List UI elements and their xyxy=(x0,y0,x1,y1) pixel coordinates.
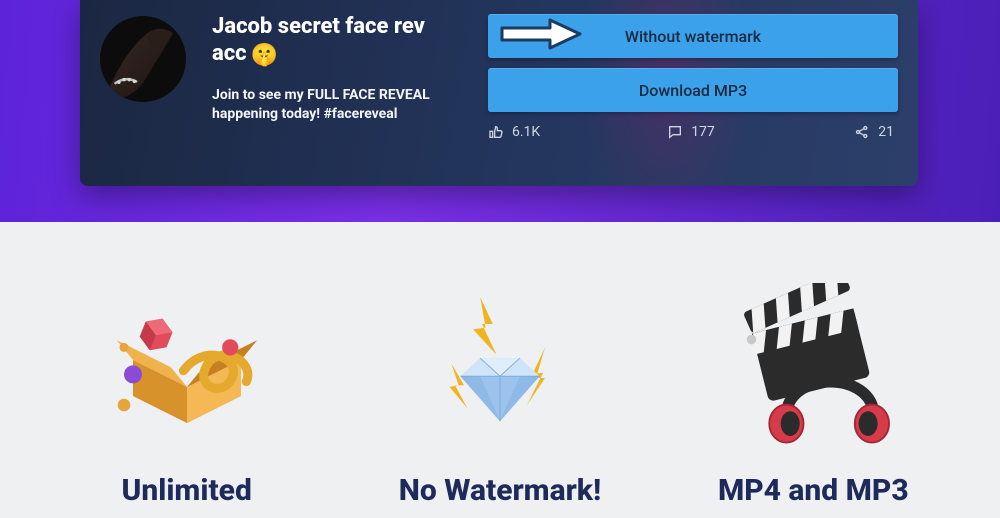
likes-stat[interactable]: 6.1K xyxy=(488,124,623,140)
box-icon xyxy=(87,283,287,473)
features-row: Unlimited xyxy=(0,222,1000,518)
thumbs-up-icon xyxy=(488,124,504,140)
shares-stat[interactable]: 21 xyxy=(759,124,898,140)
without-watermark-button[interactable]: Without watermark xyxy=(488,14,898,58)
without-watermark-label: Without watermark xyxy=(625,27,761,46)
feature-no-watermark: No Watermark! xyxy=(350,283,650,508)
feature-unlimited: Unlimited xyxy=(37,283,337,508)
video-card: Jacob secret face rev acc 🤫 Join to see … xyxy=(80,0,918,186)
feature-mp4-mp3: MP4 and MP3 xyxy=(663,283,963,508)
feature-mp4-mp3-title: MP4 and MP3 xyxy=(718,473,909,508)
post-title: Jacob secret face rev acc xyxy=(212,14,425,66)
post-description: Join to see my FULL FACE REVEAL happenin… xyxy=(212,86,462,124)
feature-unlimited-title: Unlimited xyxy=(121,473,251,508)
stats-row: 6.1K 177 21 xyxy=(488,124,898,140)
annotation-arrow-icon xyxy=(498,16,584,56)
avatar[interactable] xyxy=(100,16,186,102)
actions-column: Without watermark Download MP3 6.1K xyxy=(488,14,898,174)
post-info: Jacob secret face rev acc 🤫 Join to see … xyxy=(212,14,462,174)
download-mp3-label: Download MP3 xyxy=(639,81,747,100)
comments-value: 177 xyxy=(691,124,715,140)
shares-value: 21 xyxy=(878,124,894,140)
shush-emoji: 🤫 xyxy=(251,43,278,68)
comment-icon xyxy=(667,124,683,140)
clapper-headphones-icon xyxy=(713,283,913,473)
likes-value: 6.1K xyxy=(512,124,540,140)
diamond-icon xyxy=(400,283,600,473)
comments-stat[interactable]: 177 xyxy=(623,124,758,140)
avatar-image xyxy=(100,16,186,102)
download-mp3-button[interactable]: Download MP3 xyxy=(488,68,898,112)
feature-no-watermark-title: No Watermark! xyxy=(399,473,601,508)
share-icon xyxy=(854,124,870,140)
